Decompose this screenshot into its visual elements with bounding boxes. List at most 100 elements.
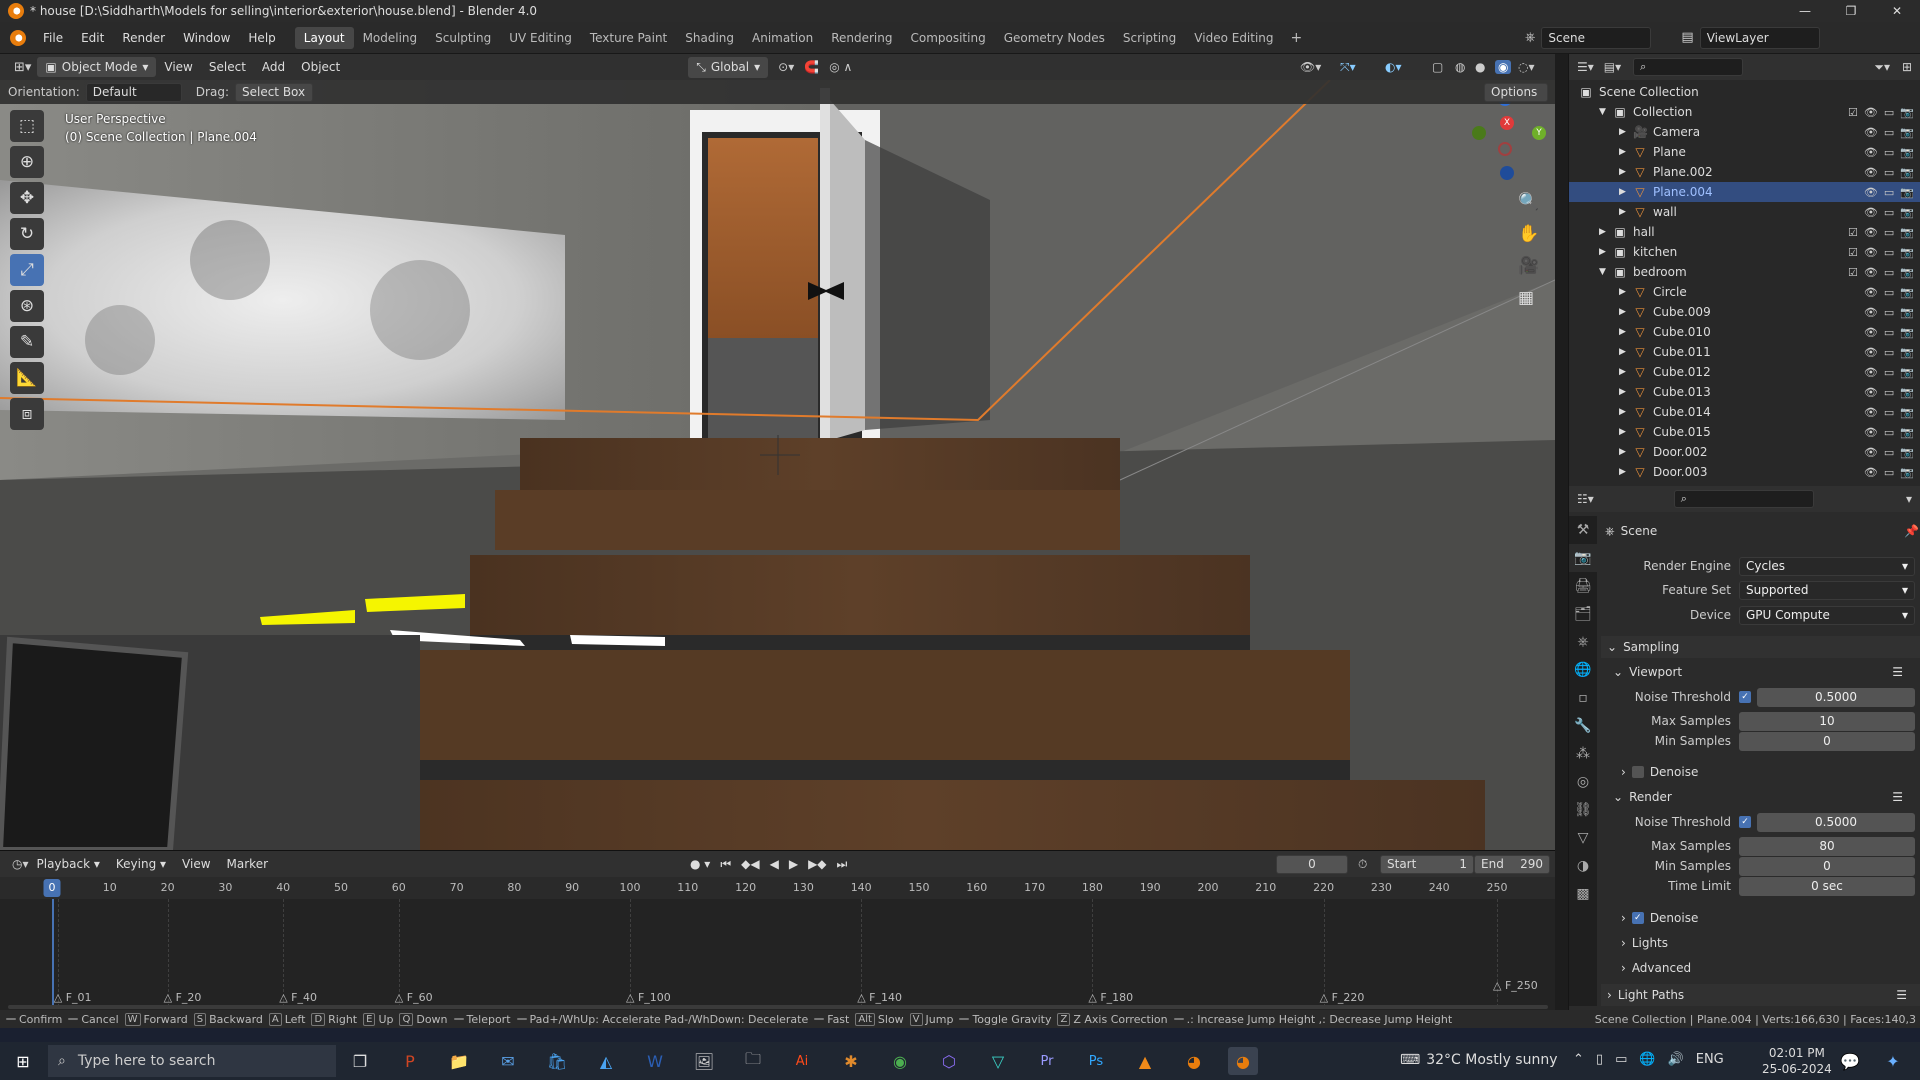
render-camera-icon[interactable]: 📷 bbox=[1900, 206, 1914, 219]
timeline-editor-type-icon[interactable]: ◷▾ bbox=[12, 857, 29, 871]
eye-icon[interactable]: 👁 bbox=[1864, 406, 1878, 419]
material-tab-icon[interactable]: ◑ bbox=[1569, 852, 1597, 880]
viewport-subpanel-header[interactable]: ⌄ Viewport ☰ bbox=[1613, 661, 1920, 683]
render-camera-icon[interactable]: 📷 bbox=[1900, 246, 1914, 259]
rendered-shading-icon[interactable]: ◌▾ bbox=[1518, 60, 1535, 74]
render-camera-icon[interactable]: 📷 bbox=[1900, 426, 1914, 439]
timeline-view-menu[interactable]: View bbox=[174, 857, 218, 871]
monitor-icon[interactable]: ▭ bbox=[1884, 466, 1894, 479]
app-icon[interactable]: ◭ bbox=[591, 1047, 621, 1075]
eye-icon[interactable]: 👁 bbox=[1864, 246, 1878, 259]
gizmo-neg-y[interactable] bbox=[1472, 126, 1486, 140]
proportional-edit-icon[interactable]: ◎ ∧ bbox=[829, 60, 852, 74]
premiere-icon[interactable]: Pr bbox=[1032, 1047, 1062, 1075]
outliner-search-input[interactable]: ⌕ bbox=[1633, 58, 1744, 76]
transform-tool-icon[interactable]: ⊛ bbox=[10, 290, 44, 322]
outliner-item-wall[interactable]: ▶ ▽ wall 👁 ▭ 📷 bbox=[1569, 202, 1920, 222]
chevron-right-icon[interactable]: ▶ bbox=[1619, 407, 1633, 417]
playback-menu[interactable]: Playback ▾ bbox=[29, 857, 108, 871]
overlay-toggle-icon[interactable]: ◐▾ bbox=[1385, 60, 1402, 74]
output-tab-icon[interactable]: 🖨 bbox=[1569, 572, 1597, 600]
material-shading-icon[interactable]: ◉ bbox=[1495, 60, 1512, 74]
blender-menu-icon[interactable] bbox=[10, 29, 26, 46]
list-icon[interactable]: ☰ bbox=[1892, 790, 1903, 804]
render-noise-field[interactable]: 0.5000 bbox=[1757, 812, 1915, 832]
timeline-marker[interactable]: △ F_100 bbox=[626, 991, 671, 1004]
gizmo-neg-z[interactable] bbox=[1500, 166, 1514, 180]
keying-menu[interactable]: Keying ▾ bbox=[108, 857, 174, 871]
pivot-icon[interactable]: ⊙▾ bbox=[778, 60, 794, 74]
outliner-item-cube-011[interactable]: ▶ ▽ Cube.011 👁 ▭ 📷 bbox=[1569, 342, 1920, 362]
feature-set-dropdown[interactable]: Supported ▾ bbox=[1739, 580, 1915, 600]
tab-sculpting[interactable]: Sculpting bbox=[426, 27, 500, 49]
object-tab-icon[interactable]: ▫ bbox=[1569, 684, 1597, 712]
scale-tool-icon[interactable]: ⤢ bbox=[10, 254, 44, 286]
chevron-right-icon[interactable]: ▶ bbox=[1619, 287, 1633, 297]
jump-start-icon[interactable]: ⏮ bbox=[720, 857, 731, 872]
transform-orientation-dropdown[interactable]: ⤡ Global ▾ bbox=[688, 56, 769, 78]
properties-search-input[interactable]: ⌕ bbox=[1673, 490, 1814, 508]
timeline-marker[interactable]: △ F_180 bbox=[1088, 991, 1133, 1004]
chevron-right-icon[interactable]: ▶ bbox=[1619, 147, 1633, 157]
task-view-icon[interactable]: ❐ bbox=[345, 1047, 375, 1075]
playhead[interactable]: 0 bbox=[43, 879, 61, 897]
powerpoint-icon[interactable]: P bbox=[395, 1047, 425, 1075]
render-camera-icon[interactable]: 📷 bbox=[1900, 186, 1914, 199]
auto-key-icon[interactable]: ● ▾ bbox=[690, 857, 710, 872]
checkbox-icon[interactable]: ☑ bbox=[1848, 106, 1858, 119]
editor-type-icon[interactable]: ⊞▾ bbox=[14, 60, 31, 75]
render-camera-icon[interactable]: 📷 bbox=[1900, 286, 1914, 299]
app2-icon[interactable]: ✱ bbox=[836, 1047, 866, 1075]
prev-keyframe-icon[interactable]: ◆◀ bbox=[741, 857, 759, 872]
chevron-right-icon[interactable]: ▶ bbox=[1619, 167, 1633, 177]
outliner-item-collection[interactable]: ▼ ▣ Collection ☑ 👁 ▭ 📷 bbox=[1569, 102, 1920, 122]
list-icon[interactable]: ☰ bbox=[1896, 988, 1907, 1002]
viewport-noise-checkbox[interactable]: ✓ bbox=[1739, 691, 1751, 703]
monitor-icon[interactable]: ▭ bbox=[1884, 406, 1894, 419]
monitor-icon[interactable]: ▭ bbox=[1884, 346, 1894, 359]
chevron-down-icon[interactable]: ▼ bbox=[1599, 267, 1613, 277]
add-menu[interactable]: Add bbox=[254, 60, 293, 74]
jump-end-icon[interactable]: ⏭ bbox=[837, 857, 848, 872]
timeline-marker[interactable]: △ F_60 bbox=[395, 991, 433, 1004]
render-tab-icon[interactable]: 📷 bbox=[1569, 544, 1597, 572]
eye-icon[interactable]: 👁 bbox=[1864, 366, 1878, 379]
next-keyframe-icon[interactable]: ▶◆ bbox=[808, 857, 826, 872]
eye-icon[interactable]: 👁 bbox=[1864, 126, 1878, 139]
render-camera-icon[interactable]: 📷 bbox=[1900, 386, 1914, 399]
eye-icon[interactable]: 👁 bbox=[1864, 266, 1878, 279]
end-frame-field[interactable]: End 290 bbox=[1474, 854, 1550, 874]
tab-animation[interactable]: Animation bbox=[743, 27, 822, 49]
render-camera-icon[interactable]: 📷 bbox=[1900, 466, 1914, 479]
viewport-min-samples-field[interactable]: 0 bbox=[1739, 731, 1915, 751]
outliner-item-bedroom[interactable]: ▼ ▣ bedroom ☑ 👁 ▭ 📷 bbox=[1569, 262, 1920, 282]
outliner-item-hall[interactable]: ▶ ▣ hall ☑ 👁 ▭ 📷 bbox=[1569, 222, 1920, 242]
lights-subpanel-header[interactable]: › Lights bbox=[1621, 932, 1920, 954]
monitor-icon[interactable]: ▭ bbox=[1884, 226, 1894, 239]
gizmo-y-axis[interactable]: Y bbox=[1532, 126, 1546, 140]
blender-active-taskbar-icon[interactable]: ◕ bbox=[1228, 1047, 1258, 1075]
time-limit-field[interactable]: 0 sec bbox=[1739, 876, 1915, 896]
outliner-item-circle[interactable]: ▶ ▽ Circle 👁 ▭ 📷 bbox=[1569, 282, 1920, 302]
display-mode-icon[interactable]: ▤▾ bbox=[1604, 60, 1621, 74]
chevron-right-icon[interactable]: ▶ bbox=[1619, 427, 1633, 437]
tab-rendering[interactable]: Rendering bbox=[822, 27, 901, 49]
ortho-grid-icon[interactable]: ▦ bbox=[1518, 288, 1539, 308]
start-frame-field[interactable]: Start 1 bbox=[1380, 854, 1474, 874]
rotate-tool-icon[interactable]: ↻ bbox=[10, 218, 44, 250]
filter-icon[interactable]: ⏷▾ bbox=[1874, 60, 1890, 75]
visibility-icon[interactable]: 👁▾ bbox=[1300, 60, 1321, 74]
tab-geometry-nodes[interactable]: Geometry Nodes bbox=[995, 27, 1114, 49]
vlc-icon[interactable]: ▲ bbox=[1130, 1047, 1160, 1075]
checkbox-icon[interactable]: ☑ bbox=[1848, 246, 1858, 259]
maximize-icon[interactable]: ❐ bbox=[1828, 0, 1874, 22]
tab-layout[interactable]: Layout bbox=[294, 26, 354, 49]
scene-selector[interactable]: Scene bbox=[1541, 26, 1652, 49]
chevron-right-icon[interactable]: ▶ bbox=[1619, 347, 1633, 357]
chevron-right-icon[interactable]: ▶ bbox=[1599, 227, 1613, 237]
viewport-denoise-checkbox[interactable] bbox=[1631, 766, 1644, 778]
xray-icon[interactable]: ▢ bbox=[1432, 60, 1443, 74]
render-camera-icon[interactable]: 📷 bbox=[1900, 126, 1914, 139]
eye-icon[interactable]: 👁 bbox=[1864, 226, 1878, 239]
render-max-samples-field[interactable]: 80 bbox=[1739, 836, 1915, 856]
